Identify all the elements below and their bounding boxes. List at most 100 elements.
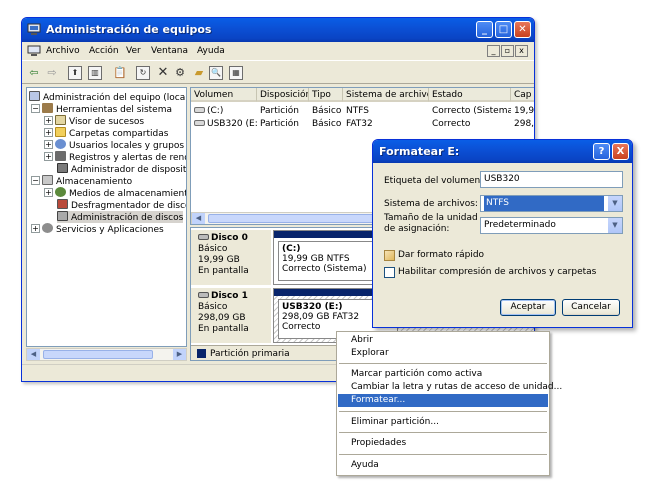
event-viewer-icon: [55, 115, 66, 125]
expand-icon[interactable]: +: [44, 152, 53, 161]
column-header-filesystem[interactable]: Sistema de archivos: [343, 88, 429, 102]
context-menu: Abrir Explorar Marcar partición como act…: [336, 331, 562, 476]
tree-item-defragmenter[interactable]: Desfragmentador de disco: [57, 199, 186, 211]
disk-icon: [198, 292, 209, 298]
cell-type: Básico: [312, 119, 342, 129]
disk-view-icon[interactable]: ▦: [229, 66, 243, 80]
expand-icon[interactable]: +: [31, 224, 40, 233]
expand-icon[interactable]: +: [44, 128, 53, 137]
delete-icon[interactable]: ✕: [155, 65, 171, 81]
menu-item-format[interactable]: Formatear...: [338, 394, 548, 407]
dialog-title-bar[interactable]: Formatear E: ? X: [373, 140, 632, 163]
accept-button[interactable]: Aceptar: [500, 299, 556, 316]
help-button[interactable]: ?: [593, 143, 610, 160]
computer-management-icon: [27, 23, 41, 35]
disk-0-size: 19,99 GB: [198, 255, 240, 265]
menu-item-open[interactable]: Abrir: [338, 334, 548, 347]
back-arrow-icon[interactable]: ⇦: [26, 65, 42, 81]
cell-capacity: 298,: [514, 119, 535, 129]
menu-item-delete-partition[interactable]: Eliminar partición...: [338, 416, 548, 429]
menu-item-change-letter[interactable]: Cambiar la letra y rutas de acceso de un…: [338, 381, 562, 394]
quick-format-checkbox[interactable]: [384, 250, 395, 261]
open-folder-icon[interactable]: ▰: [191, 65, 207, 81]
menu-ventana[interactable]: Ventana: [151, 46, 188, 56]
scroll-left-icon[interactable]: ◀: [192, 213, 205, 224]
expand-icon[interactable]: +: [44, 188, 53, 197]
drive-icon: [194, 107, 205, 113]
cell-layout: Partición: [260, 106, 299, 116]
menu-bar: Archivo Acción Ver Ventana Ayuda _ ▫ x: [22, 42, 534, 61]
chevron-down-icon[interactable]: ▼: [607, 218, 622, 233]
menu-archivo[interactable]: Archivo: [46, 46, 80, 56]
menu-ayuda[interactable]: Ayuda: [197, 46, 225, 56]
maximize-button[interactable]: □: [495, 21, 512, 38]
tree-item-performance-logs[interactable]: +Registros y alertas de rendim: [44, 151, 186, 163]
defragmenter-icon: [57, 199, 68, 209]
partition-c-state: Correcto (Sistema): [282, 264, 367, 274]
disk-1-info[interactable]: Disco 1 Básico 298,09 GB En pantalla: [191, 288, 271, 343]
tree-item-removable-storage[interactable]: +Medios de almacenamiento e: [44, 187, 186, 199]
partition-e-size: 298,09 GB FAT32: [282, 312, 360, 322]
disk-1-kind: Básico: [198, 302, 228, 312]
tree-item-storage[interactable]: − Almacenamiento: [31, 175, 132, 187]
refresh-icon[interactable]: ↻: [136, 66, 150, 80]
column-header-capacity[interactable]: Cap: [511, 88, 534, 102]
cancel-button[interactable]: Cancelar: [562, 299, 620, 316]
expand-icon[interactable]: +: [44, 116, 53, 125]
dialog-close-button[interactable]: X: [612, 143, 629, 160]
menu-separator: [339, 454, 547, 455]
tree-item-services-apps[interactable]: + Servicios y Aplicaciones: [31, 223, 164, 235]
tree-item-local-users[interactable]: + Usuarios locales y grupos: [44, 139, 184, 151]
close-button[interactable]: ✕: [514, 21, 531, 38]
file-system-select[interactable]: NTFS ▼: [480, 195, 623, 212]
properties-icon[interactable]: 📋: [112, 65, 128, 81]
legend-primary-partition: Partición primaria: [210, 349, 290, 359]
menu-ver[interactable]: Ver: [126, 46, 141, 56]
expand-icon[interactable]: +: [44, 140, 53, 149]
menu-accion[interactable]: Acción: [89, 46, 119, 56]
mdi-close-button[interactable]: x: [515, 45, 528, 57]
up-folder-icon[interactable]: ⬆: [68, 66, 82, 80]
toolbar: ⇦ ⇨ ⬆ ▥ 📋 ↻ ✕ ⚙ ▰ 🔍 ▦: [22, 62, 534, 84]
tree-item-shared-folders[interactable]: + Carpetas compartidas: [44, 127, 168, 139]
volume-label-input[interactable]: USB320: [480, 171, 623, 188]
search-icon[interactable]: 🔍: [209, 66, 223, 80]
title-bar[interactable]: Administración de equipos _ □ ✕: [22, 18, 534, 42]
column-header-status[interactable]: Estado: [429, 88, 511, 102]
column-header-layout[interactable]: Disposición: [257, 88, 309, 102]
tree-item-system-tools[interactable]: − Herramientas del sistema: [31, 103, 172, 115]
forward-arrow-icon[interactable]: ⇨: [44, 65, 60, 81]
disk-0-name: Disco 0: [198, 233, 271, 244]
menu-item-explore[interactable]: Explorar: [338, 347, 548, 360]
collapse-icon[interactable]: −: [31, 104, 40, 113]
column-header-volume[interactable]: Volumen: [191, 88, 257, 102]
column-header-type[interactable]: Tipo: [309, 88, 343, 102]
scroll-thumb[interactable]: [208, 214, 388, 223]
collapse-icon[interactable]: −: [31, 176, 40, 185]
cell-volume: (C:): [191, 105, 257, 117]
compression-checkbox[interactable]: [384, 267, 395, 278]
scroll-thumb[interactable]: [43, 350, 153, 359]
menu-item-mark-active[interactable]: Marcar partición como activa: [338, 368, 548, 381]
minimize-button[interactable]: _: [476, 21, 493, 38]
tree-item-disk-management[interactable]: Administración de discos: [57, 211, 184, 223]
tree-root[interactable]: Administración del equipo (local): [29, 91, 186, 103]
mdi-system-icon[interactable]: [27, 45, 41, 57]
settings-icon[interactable]: ⚙: [172, 65, 188, 81]
menu-item-help[interactable]: Ayuda: [338, 459, 548, 472]
mdi-restore-button[interactable]: ▫: [501, 45, 514, 57]
scroll-right-icon[interactable]: ▶: [173, 349, 186, 360]
disk-0-info[interactable]: Disco 0 Básico 19,99 GB En pantalla: [191, 230, 271, 285]
compression-label: Habilitar compresión de archivos y carpe…: [398, 267, 597, 277]
tree-item-device-manager[interactable]: Administrador de dispositivos: [57, 163, 186, 175]
tree-item-event-viewer[interactable]: + Visor de sucesos: [44, 115, 144, 127]
allocation-size-select[interactable]: Predeterminado ▼: [480, 217, 623, 234]
menu-item-properties[interactable]: Propiedades: [338, 437, 548, 450]
chevron-down-icon[interactable]: ▼: [607, 196, 622, 211]
scroll-left-icon[interactable]: ◀: [27, 349, 40, 360]
mdi-minimize-button[interactable]: _: [487, 45, 500, 57]
show-hide-tree-icon[interactable]: ▥: [88, 66, 102, 80]
disk-1-name: Disco 1: [198, 291, 271, 302]
tree-horizontal-scrollbar[interactable]: ◀ ▶: [26, 348, 187, 361]
cell-type: Básico: [312, 106, 342, 116]
